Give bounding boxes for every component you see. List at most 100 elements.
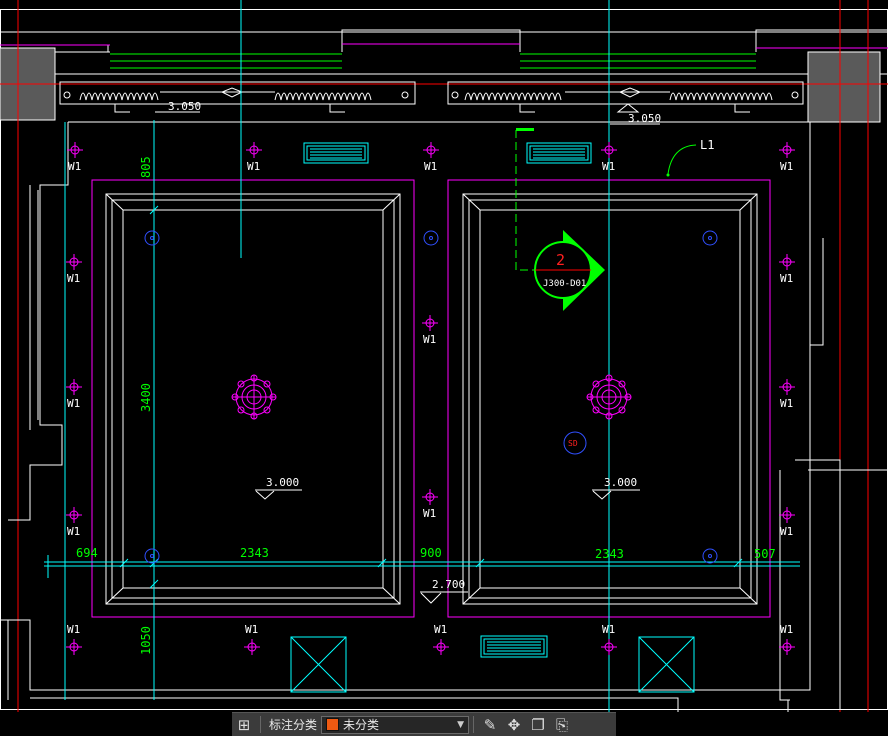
wall-light-w1: W1 (423, 142, 439, 173)
wall-light-cross (244, 639, 260, 655)
wall-light-cross (779, 379, 795, 395)
red-axis-lines (0, 0, 888, 712)
wall-light-cross (779, 639, 795, 655)
dim-1050: 1050 (139, 626, 153, 655)
toolbar-divider (473, 716, 475, 733)
curtain-box-left (59, 81, 416, 113)
wall-light-w1: W1 (66, 507, 82, 538)
paste-icon[interactable]: ⎘ (550, 713, 574, 736)
elev-3000-left: 3.000 (266, 476, 299, 489)
elev-3050-left: 3.050 (168, 100, 201, 113)
wall-light-w1: W1 (422, 489, 438, 520)
magenta-top-lines (0, 43, 888, 49)
elevation-marker-3000-right: 3.000 (592, 476, 640, 500)
dim-805: 805 (139, 156, 153, 178)
wall-light-w1: W1 (66, 254, 82, 285)
wall-light-w1: W1 (433, 623, 449, 655)
copy-icon[interactable]: ❐ (526, 713, 550, 736)
wall-light-cross (601, 639, 617, 655)
chandelier-right (586, 374, 632, 420)
dim-900: 900 (420, 546, 442, 560)
wall-light-w1: W1 (66, 379, 82, 410)
wall-light-w1: W1 (779, 379, 795, 410)
wall-light-w1: W1 (67, 142, 83, 173)
elevation-marker-2700: 2.700 (420, 578, 468, 604)
wall-light-w1: W1 (779, 142, 795, 173)
column-right (807, 51, 881, 123)
wall-light-cross (66, 254, 82, 270)
wall-light-label: W1 (780, 397, 793, 410)
category-label: 标注分类 (269, 718, 318, 732)
wall-light-w1: W1 (779, 507, 795, 538)
wall-light-label: W1 (780, 525, 793, 538)
wall-light-cross (422, 315, 438, 331)
smoke-detector: SD (563, 431, 587, 455)
grid-icon[interactable]: ⊞ (232, 713, 256, 736)
green-window-lines (110, 53, 756, 69)
curtain-box-right (447, 81, 804, 113)
section-number: 2 (556, 251, 565, 269)
wall-light-label: W1 (67, 623, 80, 636)
wall-light-label: W1 (245, 623, 258, 636)
dim-2343-left: 2343 (240, 546, 269, 560)
wall-light-w1: W1 (422, 315, 438, 346)
wall-light-label: W1 (68, 160, 81, 173)
wall-light-cross (601, 142, 617, 158)
wall-light-cross (779, 142, 795, 158)
dimension-ticks (119, 205, 743, 589)
wall-light-w1: W1 (601, 623, 617, 655)
wall-light-cross (422, 489, 438, 505)
wall-light-w1: W1 (601, 142, 617, 173)
elev-2700: 2.700 (432, 578, 465, 591)
wall-light-cross (433, 639, 449, 655)
leader-l1-label: L1 (700, 138, 714, 152)
wall-light-w1: W1 (779, 254, 795, 285)
wall-light-cross (779, 254, 795, 270)
dim-3400: 3400 (139, 383, 153, 412)
dim-694: 694 (76, 546, 98, 560)
chandelier-left (231, 374, 277, 420)
wall-light-label: W1 (247, 160, 260, 173)
cad-drawing-canvas[interactable]: 805 3400 1050 694 2343 900 2343 507 3.05… (0, 0, 888, 712)
wall-light-label: W1 (602, 160, 615, 173)
wall-light-label: W1 (780, 623, 793, 636)
wall-light-w1: W1 (246, 142, 262, 173)
wall-light-label: W1 (780, 160, 793, 173)
wall-light-label: W1 (602, 623, 615, 636)
dim-2343-right: 2343 (595, 547, 624, 561)
elevation-marker-3000-left: 3.000 (255, 476, 302, 500)
wall-light-cross (66, 379, 82, 395)
wall-light-cross (246, 142, 262, 158)
wall-light-label: W1 (67, 272, 80, 285)
chevron-down-icon: ▼ (457, 719, 465, 730)
dim-507: 507 (754, 547, 776, 561)
wall-light-cross (67, 142, 83, 158)
cyan-lines (44, 0, 800, 712)
wall-light-cross (66, 639, 82, 655)
category-dropdown-value: 未分类 (343, 718, 380, 732)
move-icon[interactable]: ✥ (502, 713, 526, 736)
wall-light-label: W1 (423, 333, 436, 346)
wall-light-label: W1 (424, 160, 437, 173)
wall-light-label: W1 (423, 507, 436, 520)
elev-3000-right: 3.000 (604, 476, 637, 489)
category-dropdown[interactable]: 未分类 ▼ (321, 715, 470, 734)
wall-light-label: W1 (434, 623, 447, 636)
wall-light-label: W1 (67, 397, 80, 410)
coffer-right (462, 193, 758, 605)
leader-l1: L1 (666, 138, 714, 177)
elev-3050-right: 3.050 (628, 112, 661, 125)
annotation-toolbar: ⊞ 标注分类 未分类 ▼ ✎ ✥ ❐ ⎘ (232, 712, 616, 736)
section-sheet-ref: J300-D01 (543, 279, 586, 289)
wall-light-label: W1 (780, 272, 793, 285)
wall-light-cross (423, 142, 439, 158)
wall-light-label: W1 (67, 525, 80, 538)
toolbar-divider (260, 716, 261, 733)
wall-light-w1: W1 (779, 623, 795, 655)
category-color-swatch (326, 718, 340, 731)
edit-icon[interactable]: ✎ (478, 713, 502, 736)
wall-light-w1: W1 (244, 623, 260, 655)
wall-lights-w1: W1 W1 W1 W1 W1 W1 W1 W1 W1 W1 W1 W1 W1 W1 W1 W1 W1 W1 (66, 142, 795, 655)
wall-light-w1: W1 (66, 623, 82, 655)
sd-label: SD (568, 439, 578, 448)
